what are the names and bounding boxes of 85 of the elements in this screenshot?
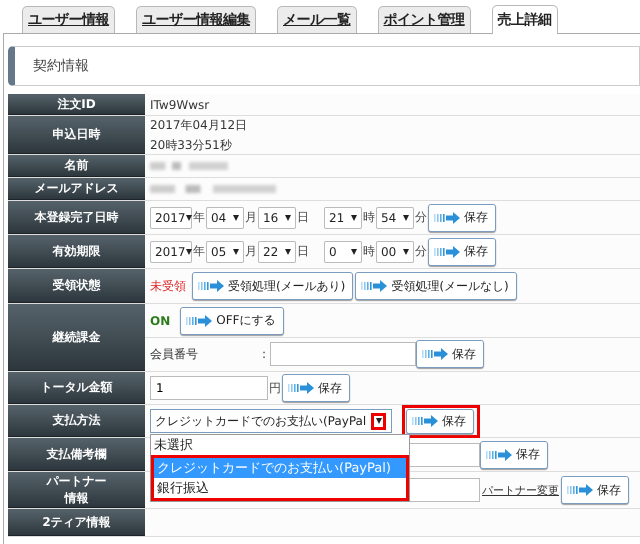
separator: : — [262, 347, 266, 361]
select-field[interactable]: 54 — [376, 206, 414, 228]
caret-icon[interactable] — [351, 214, 357, 220]
value-text: 2017年04月12日 — [150, 116, 248, 134]
unit-label: 年 — [193, 243, 205, 260]
value-text: 20時33分51秒 — [150, 136, 232, 154]
select-field[interactable]: 00 — [376, 240, 414, 262]
select-field[interactable]: 2017 — [150, 240, 192, 262]
caret-icon[interactable] — [376, 418, 382, 424]
partner-change-link[interactable]: パートナー変更 — [482, 482, 559, 498]
save-button[interactable]: 保存 — [416, 340, 484, 368]
row-label: 受領状態 — [8, 269, 145, 303]
row-label: 情報 — [64, 490, 88, 506]
unit-label: 日 — [297, 209, 309, 226]
unit-label: 月 — [245, 243, 257, 260]
select-field[interactable]: クレジットカードでのお支払い(PayPal — [150, 409, 392, 433]
save-button[interactable]: 保存 — [282, 374, 350, 402]
status-text: 未受領 — [150, 278, 186, 294]
section-title: 契約情報 — [33, 57, 89, 75]
unit-label: 分 — [415, 243, 427, 260]
unit-label: 日 — [297, 243, 309, 260]
unit-label: 分 — [415, 209, 427, 226]
row-label: 支払備考欄 — [8, 438, 145, 471]
select-field[interactable]: 0 — [324, 240, 362, 262]
select-field[interactable]: 22 — [258, 240, 296, 262]
save-button[interactable]: 保存 — [428, 238, 496, 266]
arrow-icon — [186, 314, 212, 326]
caret-icon[interactable] — [186, 248, 192, 254]
caret-icon[interactable] — [233, 248, 239, 254]
select-field[interactable]: 2017 — [150, 206, 192, 228]
process-button[interactable]: 受領処理(メールあり) — [192, 272, 354, 300]
row-label: パートナー — [46, 472, 106, 490]
row-label: 2ティア情報 — [8, 509, 145, 536]
process-button[interactable]: 受領処理(メールなし) — [355, 272, 517, 300]
dropdown-option[interactable]: 未選択 — [151, 435, 409, 455]
arrow-icon — [361, 280, 388, 292]
arrow-icon — [486, 448, 512, 460]
caret-icon[interactable] — [233, 214, 239, 220]
row-label: 有効期限 — [8, 235, 145, 268]
unit-label: 時 — [363, 243, 375, 260]
tab[interactable]: 売上詳細 — [492, 5, 558, 34]
input-field[interactable] — [270, 342, 416, 366]
select-field[interactable]: 21 — [324, 206, 362, 228]
caret-icon[interactable] — [403, 248, 409, 254]
arrow-icon — [288, 382, 314, 394]
save-button[interactable]: 保存 — [480, 440, 548, 468]
field-label: 会員番号 — [150, 346, 199, 362]
arrow-icon — [434, 246, 460, 258]
off-button[interactable]: OFFにする — [180, 306, 284, 334]
tab[interactable]: メール一覧 — [277, 6, 356, 33]
row-label: 名前 — [8, 155, 145, 177]
unit-label: 時 — [363, 209, 375, 226]
arrow-icon — [422, 348, 448, 360]
save-button[interactable]: 保存 — [406, 408, 474, 434]
value-text: ITw9Wwsr — [150, 98, 210, 112]
row-label: 継続課金 — [8, 304, 145, 371]
unit-label: 年 — [193, 209, 205, 226]
row-label: 本登録完了日時 — [8, 201, 145, 234]
tab[interactable]: ユーザー情報 — [22, 6, 115, 33]
caret-icon[interactable] — [285, 248, 291, 254]
caret-icon[interactable] — [403, 214, 409, 220]
arrow-icon — [434, 212, 460, 224]
tab[interactable]: ユーザー情報編集 — [136, 6, 256, 33]
select-field[interactable]: 04 — [206, 206, 244, 228]
arrow-icon — [198, 280, 224, 292]
row-label: 申込日時 — [8, 116, 145, 154]
arrow-icon — [412, 415, 438, 427]
select-field[interactable]: 05 — [206, 240, 244, 262]
select-field[interactable]: 16 — [258, 206, 296, 228]
unit-label: 円 — [269, 380, 281, 396]
row-label: 支払方法 — [8, 405, 145, 437]
amount-field[interactable]: 1 — [150, 376, 268, 400]
row-label: 注文ID — [8, 94, 145, 115]
save-button[interactable]: 保存 — [428, 204, 496, 232]
row-label: メールアドレス — [8, 178, 145, 200]
dropdown-option[interactable]: 銀行振込 — [154, 478, 406, 498]
arrow-icon — [567, 484, 593, 496]
save-button[interactable]: 保存 — [561, 476, 629, 504]
caret-icon[interactable] — [285, 214, 291, 220]
tab[interactable]: ポイント管理 — [378, 6, 470, 33]
row-label: トータル金額 — [8, 372, 145, 404]
status-text: ON — [150, 314, 170, 328]
caret-icon[interactable] — [351, 248, 357, 254]
unit-label: 月 — [245, 209, 257, 226]
caret-icon[interactable] — [186, 214, 192, 220]
